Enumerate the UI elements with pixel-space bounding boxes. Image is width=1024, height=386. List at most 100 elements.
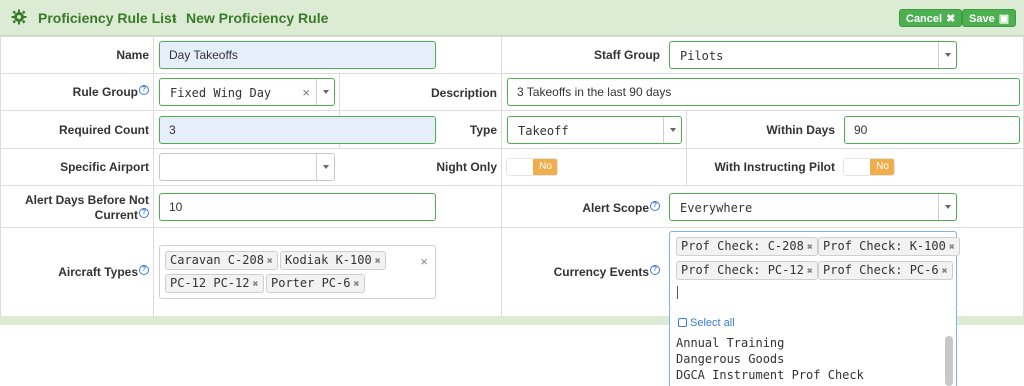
alert-scope-value: Everywhere: [680, 201, 753, 215]
chevron-down-icon[interactable]: [938, 194, 956, 220]
staff-group-label: Staff Group: [594, 48, 660, 62]
specific-airport-label: Specific Airport: [60, 160, 149, 174]
select-all-label: Select all: [690, 317, 735, 329]
aircraft-type-tag[interactable]: PC-12 PC-12 ✖: [165, 274, 264, 293]
night-only-label: Night Only: [436, 160, 497, 174]
currency-event-tag[interactable]: Prof Check: PC-6 ✖: [818, 261, 953, 280]
toggle-off-area: [507, 159, 533, 175]
type-select[interactable]: Takeoff: [507, 116, 682, 144]
currency-event-tag[interactable]: Prof Check: C-208 ✖: [676, 237, 818, 256]
alert-days-input[interactable]: 10: [159, 193, 436, 221]
remove-icon[interactable]: ✖: [942, 266, 948, 277]
required-count-input[interactable]: 3: [159, 116, 436, 144]
chevron-down-icon[interactable]: [316, 79, 334, 105]
aircraft-type-tag-label: Kodiak K-100: [285, 253, 372, 267]
currency-events-dropdown: Select all Annual Training Dangerous Goo…: [669, 308, 957, 386]
remove-icon[interactable]: ✖: [949, 242, 955, 253]
floppy-disk-icon: ▣: [998, 13, 1010, 25]
chevron-down-icon[interactable]: [938, 42, 956, 68]
checkbox-icon: [678, 318, 687, 327]
select-all-option[interactable]: Select all: [678, 317, 735, 329]
help-icon[interactable]: ?: [139, 265, 149, 275]
save-label: Save: [969, 13, 995, 25]
breadcrumb-separator: ›: [172, 10, 177, 26]
aircraft-type-tag[interactable]: Kodiak K-100 ✖: [280, 251, 386, 270]
currency-events-label: Currency Events?: [554, 265, 660, 279]
aircraft-type-tag-label: PC-12 PC-12: [170, 276, 250, 290]
remove-icon[interactable]: ✖: [375, 256, 381, 267]
help-icon[interactable]: ?: [139, 85, 149, 95]
description-input[interactable]: 3 Takeoffs in the last 90 days: [507, 78, 1020, 106]
cancel-label: Cancel: [906, 13, 943, 25]
alert-days-label-line1: Alert Days Before Not: [24, 193, 149, 207]
alert-days-label: Alert Days Before Not Current?: [25, 193, 149, 223]
rule-group-label: Rule Group?: [73, 85, 149, 99]
name-label: Name: [116, 48, 149, 62]
currency-event-tag-label: Prof Check: PC-6: [823, 263, 939, 277]
currency-event-tag-label: Prof Check: PC-12: [681, 263, 804, 277]
aircraft-types-multiselect[interactable]: Caravan C-208 ✖ Kodiak K-100 ✖ PC-12 PC-12…: [159, 245, 436, 299]
remove-icon[interactable]: ✖: [252, 279, 258, 290]
clear-all-icon[interactable]: ×: [420, 254, 428, 269]
close-icon: ✖: [946, 13, 956, 25]
aircraft-types-label-text: Aircraft Types: [58, 265, 138, 279]
page-header: Proficiency Rule List › New Proficiency …: [0, 0, 1024, 36]
dropdown-option[interactable]: Annual Training: [676, 336, 784, 350]
gear-icon[interactable]: [11, 9, 27, 25]
alert-days-label-line2-wrap: Current?: [25, 208, 149, 223]
currency-event-tag[interactable]: Prof Check: PC-12 ✖: [676, 261, 818, 280]
search-caret[interactable]: [677, 286, 678, 299]
help-icon[interactable]: ?: [650, 265, 660, 275]
dropdown-option[interactable]: Dangerous Goods: [676, 352, 784, 366]
dropdown-option[interactable]: DGCA Instrument Prof Check: [676, 368, 864, 382]
help-icon[interactable]: ?: [139, 208, 149, 218]
divider: [686, 111, 687, 185]
with-instructing-pilot-label: With Instructing Pilot: [714, 160, 835, 174]
currency-event-tag-label: Prof Check: C-208: [681, 239, 804, 253]
clear-icon[interactable]: ×: [302, 85, 310, 100]
cancel-button[interactable]: Cancel ✖: [899, 9, 963, 27]
aircraft-types-label: Aircraft Types?: [58, 265, 149, 279]
help-icon[interactable]: ?: [650, 201, 660, 211]
aircraft-type-tag-label: Caravan C-208: [170, 253, 264, 267]
remove-icon[interactable]: ✖: [807, 266, 813, 277]
breadcrumb-root-link[interactable]: Proficiency Rule List: [38, 10, 176, 26]
dropdown-scrollbar[interactable]: [945, 336, 953, 386]
within-days-label: Within Days: [766, 123, 835, 137]
description-label: Description: [430, 86, 497, 100]
currency-event-tag-label: Prof Check: K-100: [823, 239, 946, 253]
currency-events-label-text: Currency Events: [553, 265, 649, 279]
currency-events-multiselect[interactable]: Prof Check: C-208 ✖ Prof Check: K-100 ✖ Pr…: [669, 231, 960, 309]
chevron-down-icon[interactable]: [663, 117, 681, 143]
staff-group-value: Pilots: [680, 49, 724, 63]
specific-airport-select[interactable]: [159, 153, 335, 181]
divider: [501, 36, 502, 316]
aircraft-type-tag[interactable]: Porter PC-6 ✖: [266, 274, 365, 293]
rule-group-select[interactable]: Fixed Wing Day ×: [159, 78, 335, 106]
night-only-toggle[interactable]: No: [506, 158, 558, 176]
rule-group-label-text: Rule Group: [72, 85, 138, 99]
type-label: Type: [469, 123, 497, 137]
with-instructing-pilot-value: No: [870, 159, 894, 175]
rule-group-value: Fixed Wing Day: [170, 86, 272, 100]
alert-scope-label: Alert Scope?: [582, 201, 660, 215]
within-days-input[interactable]: 90: [844, 116, 1020, 144]
remove-icon[interactable]: ✖: [267, 256, 273, 267]
currency-event-tag[interactable]: Prof Check: K-100 ✖: [818, 237, 960, 256]
aircraft-type-tag-label: Porter PC-6: [271, 276, 351, 290]
remove-icon[interactable]: ✖: [807, 242, 813, 253]
alert-scope-label-text: Alert Scope: [582, 201, 649, 215]
save-button[interactable]: Save ▣: [962, 9, 1017, 27]
aircraft-type-tag[interactable]: Caravan C-208 ✖: [165, 251, 278, 270]
with-instructing-pilot-toggle[interactable]: No: [843, 158, 895, 176]
page-title: New Proficiency Rule: [186, 10, 329, 26]
toggle-off-area: [844, 159, 870, 175]
required-count-label: Required Count: [59, 123, 149, 137]
alert-scope-select[interactable]: Everywhere: [669, 193, 957, 221]
chevron-down-icon[interactable]: [316, 154, 334, 180]
staff-group-select[interactable]: Pilots: [669, 41, 957, 69]
remove-icon[interactable]: ✖: [353, 279, 359, 290]
night-only-value: No: [533, 159, 557, 175]
name-input[interactable]: Day Takeoffs: [159, 41, 436, 69]
divider: [0, 36, 1, 316]
